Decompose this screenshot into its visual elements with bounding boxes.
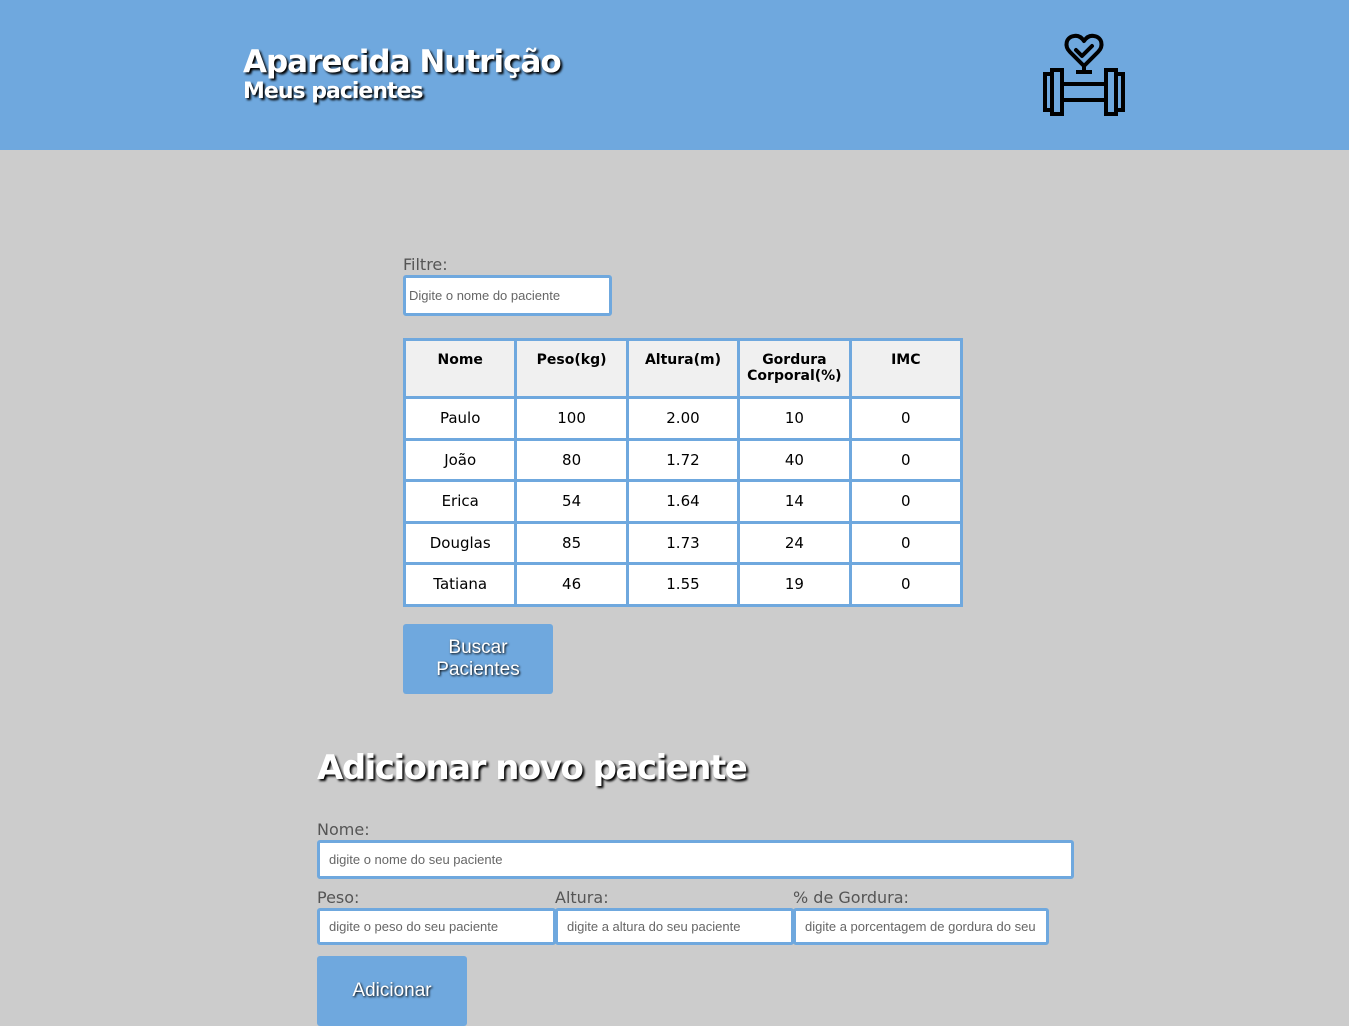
fat-field[interactable] bbox=[793, 908, 1049, 945]
cell-altura: 1.72 bbox=[625, 437, 741, 482]
cell-imc: 0 bbox=[848, 396, 964, 441]
table-row[interactable]: Erica 54 1.64 14 0 bbox=[402, 479, 964, 524]
cell-peso: 46 bbox=[514, 562, 629, 607]
table-row[interactable]: João 80 1.72 40 0 bbox=[402, 437, 964, 482]
cell-imc: 0 bbox=[848, 520, 964, 565]
page-title: Aparecida Nutrição bbox=[243, 44, 562, 80]
table-row[interactable]: Tatiana 46 1.55 19 0 bbox=[402, 562, 964, 607]
column-header-nome: Nome bbox=[402, 338, 518, 399]
cell-imc: 0 bbox=[848, 479, 964, 524]
patients-table: Nome Peso(kg) Altura(m) Gordura Corporal… bbox=[402, 338, 964, 607]
fat-label: % de Gordura: bbox=[793, 888, 909, 907]
name-label: Nome: bbox=[317, 820, 370, 839]
weight-field[interactable] bbox=[317, 908, 556, 945]
height-label: Altura: bbox=[555, 888, 609, 907]
column-header-peso: Peso(kg) bbox=[514, 338, 629, 399]
add-patient-button[interactable]: Adicionar bbox=[317, 956, 467, 1026]
cell-nome: Tatiana bbox=[402, 562, 518, 607]
cell-altura: 1.64 bbox=[625, 479, 741, 524]
search-patients-button[interactable]: Buscar Pacientes bbox=[403, 624, 553, 694]
cell-nome: Erica bbox=[402, 479, 518, 524]
heart-dumbbell-icon bbox=[1043, 33, 1125, 116]
column-header-gordura: Gordura Corporal(%) bbox=[737, 338, 852, 399]
table-row[interactable]: Douglas 85 1.73 24 0 bbox=[402, 520, 964, 565]
cell-gordura: 14 bbox=[737, 479, 852, 524]
cell-peso: 100 bbox=[514, 396, 629, 441]
page-subtitle: Meus pacientes bbox=[243, 79, 424, 104]
cell-gordura: 24 bbox=[737, 520, 852, 565]
column-header-altura: Altura(m) bbox=[625, 338, 741, 399]
cell-peso: 80 bbox=[514, 437, 629, 482]
filter-input[interactable] bbox=[403, 275, 612, 316]
cell-gordura: 40 bbox=[737, 437, 852, 482]
table-row[interactable]: Paulo 100 2.00 10 0 bbox=[402, 396, 964, 441]
cell-peso: 85 bbox=[514, 520, 629, 565]
weight-label: Peso: bbox=[317, 888, 360, 907]
name-field[interactable] bbox=[317, 840, 1074, 879]
column-header-imc: IMC bbox=[848, 338, 964, 399]
cell-imc: 0 bbox=[848, 562, 964, 607]
cell-nome: João bbox=[402, 437, 518, 482]
cell-altura: 1.55 bbox=[625, 562, 741, 607]
cell-nome: Paulo bbox=[402, 396, 518, 441]
cell-imc: 0 bbox=[848, 437, 964, 482]
filter-label: Filtre: bbox=[403, 255, 448, 274]
cell-altura: 1.73 bbox=[625, 520, 741, 565]
table-header-row: Nome Peso(kg) Altura(m) Gordura Corporal… bbox=[402, 338, 964, 399]
cell-altura: 2.00 bbox=[625, 396, 741, 441]
cell-gordura: 19 bbox=[737, 562, 852, 607]
add-patient-title: Adicionar novo paciente bbox=[317, 748, 748, 788]
cell-gordura: 10 bbox=[737, 396, 852, 441]
page-header: Aparecida Nutrição Meus pacientes bbox=[0, 0, 1349, 150]
cell-nome: Douglas bbox=[402, 520, 518, 565]
cell-peso: 54 bbox=[514, 479, 629, 524]
height-field[interactable] bbox=[555, 908, 794, 945]
